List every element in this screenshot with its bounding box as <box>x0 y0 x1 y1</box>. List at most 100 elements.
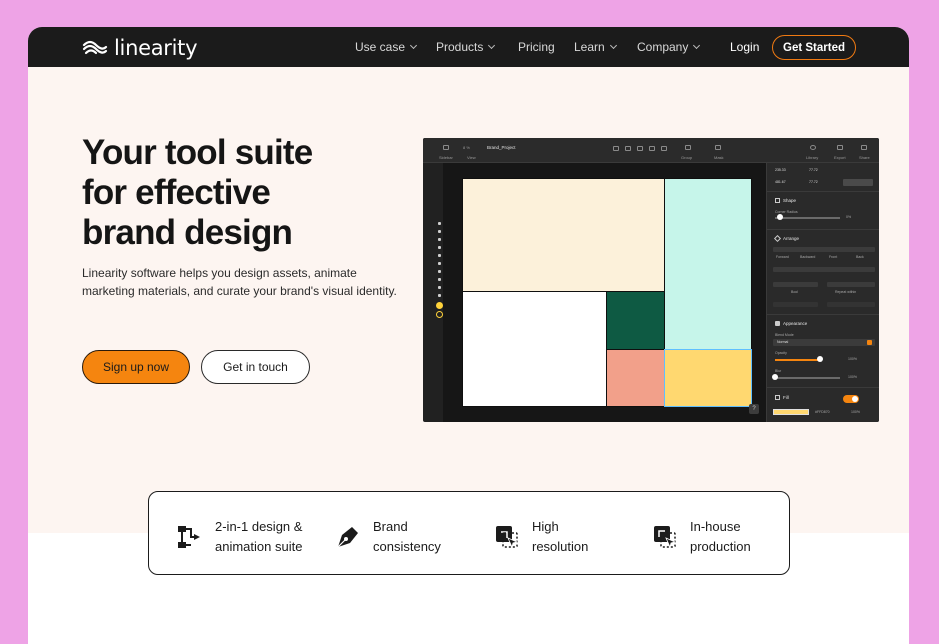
disabled-bar <box>827 302 875 307</box>
chevron-down-icon <box>693 41 701 50</box>
nav-label: Use case <box>355 40 406 54</box>
node-tool-icon[interactable] <box>438 230 441 233</box>
fill-icon <box>775 395 780 400</box>
nav-item-pricing[interactable]: Pricing <box>518 40 555 54</box>
eyedropper-tool-icon[interactable] <box>438 286 441 289</box>
text-tool-icon[interactable] <box>438 270 441 273</box>
brush-tool-icon[interactable] <box>438 246 441 249</box>
hand-tool-icon[interactable] <box>438 294 441 297</box>
logo[interactable]: linearity <box>82 36 198 60</box>
zoom-value[interactable]: 8 % <box>463 145 470 150</box>
corner-radius-slider[interactable] <box>775 217 840 219</box>
nav-item-company[interactable]: Company <box>637 40 701 54</box>
corner-radius-knob[interactable] <box>777 214 783 220</box>
share-icon[interactable] <box>861 145 867 150</box>
hero-headline: Your tool suite for effective brand desi… <box>82 133 313 253</box>
library-label: Library <box>806 155 819 160</box>
subline-line: Linearity software helps you design asse… <box>82 266 357 280</box>
shape-tool-icon[interactable] <box>438 254 441 257</box>
flip-toggle[interactable] <box>843 179 873 186</box>
fill-opacity[interactable]: 100% <box>851 410 860 414</box>
white-block[interactable] <box>462 291 607 407</box>
tool-icon[interactable] <box>637 146 643 151</box>
fill-toggle[interactable] <box>843 395 859 403</box>
fill-title: Fill <box>783 395 789 400</box>
blur-slider[interactable] <box>775 377 840 379</box>
project-name: Brand_Project <box>487 145 516 150</box>
feature-item: High resolution <box>492 517 588 557</box>
yellow-block-selected[interactable] <box>664 349 752 407</box>
bool-bar[interactable] <box>773 282 818 287</box>
blur-knob[interactable] <box>772 374 778 380</box>
backward-label[interactable]: Backward <box>800 255 815 259</box>
export-icon[interactable] <box>837 145 843 150</box>
image-tool-icon[interactable] <box>438 278 441 281</box>
group-icon[interactable] <box>685 145 691 150</box>
library-icon[interactable] <box>810 145 816 150</box>
get-started-button[interactable]: Get Started <box>772 35 856 60</box>
repeat-bar[interactable] <box>827 282 875 287</box>
front-label[interactable]: Front <box>829 255 837 259</box>
help-button[interactable]: ? <box>749 404 759 414</box>
sidebar-label: Sidebar <box>439 155 453 160</box>
mask-icon[interactable] <box>715 145 721 150</box>
fill-swatch[interactable] <box>773 409 809 415</box>
appearance-title: Appearance <box>783 321 808 326</box>
linearity-logo-icon <box>82 40 108 55</box>
feature-line: production <box>690 539 751 554</box>
cream-block[interactable] <box>462 178 665 292</box>
x-value[interactable]: 235.33 <box>775 168 786 172</box>
get-in-touch-button[interactable]: Get in touch <box>201 350 310 384</box>
features-card: 2-in-1 design & animation suite Brand co… <box>148 491 790 575</box>
mask-label: Mask <box>714 155 724 160</box>
feature-item: 2-in-1 design & animation suite <box>175 517 302 557</box>
login-link[interactable]: Login <box>730 40 759 54</box>
hero-subline: Linearity software helps you design asse… <box>82 264 397 300</box>
green-block[interactable] <box>606 291 665 350</box>
logo-text: linearity <box>114 36 198 60</box>
tool-icon[interactable] <box>613 146 619 151</box>
y-value[interactable]: 481.67 <box>775 180 786 184</box>
rect-tool-icon[interactable] <box>438 262 441 265</box>
blend-mode-chevron-icon[interactable] <box>867 340 872 345</box>
nav-item-products[interactable]: Products <box>436 40 496 54</box>
opacity-label: Opacity <box>775 351 787 355</box>
feature-line: resolution <box>532 539 589 554</box>
opacity-knob[interactable] <box>817 356 823 362</box>
divider <box>767 229 879 230</box>
browser-frame: linearity Use case Products Pricing Lear… <box>28 27 909 644</box>
blur-value: 100% <box>848 375 857 379</box>
chevron-down-icon <box>609 41 617 50</box>
fill-header: Fill <box>775 395 789 400</box>
fill-color-swatch[interactable] <box>436 302 443 309</box>
tool-icon[interactable] <box>649 146 655 151</box>
salmon-block[interactable] <box>606 349 665 407</box>
nav-item-learn[interactable]: Learn <box>574 40 617 54</box>
w-value[interactable]: 77.72 <box>809 168 818 172</box>
forward-label[interactable]: Forward <box>776 255 789 259</box>
align-bar[interactable] <box>773 267 875 272</box>
h-value[interactable]: 77.72 <box>809 180 818 184</box>
tool-icon[interactable] <box>661 146 667 151</box>
opacity-slider[interactable] <box>775 359 820 361</box>
stroke-color-swatch[interactable] <box>436 311 443 318</box>
corner-radius-value: 0% <box>846 215 852 219</box>
arrange-bar[interactable] <box>773 247 875 252</box>
nav-item-use-case[interactable]: Use case <box>355 40 418 54</box>
sign-up-button[interactable]: Sign up now <box>82 350 190 384</box>
tool-icon[interactable] <box>625 146 631 151</box>
shape-title: Shape <box>783 198 797 203</box>
nav-label: Learn <box>574 40 605 54</box>
mint-block[interactable] <box>664 178 752 350</box>
pen-tool-icon[interactable] <box>438 238 441 241</box>
sidebar-icon[interactable] <box>443 145 449 150</box>
back-label[interactable]: Back <box>856 255 864 259</box>
select-tool-icon[interactable] <box>438 222 441 225</box>
headline-line: for effective <box>82 173 271 212</box>
bool-label: Bool <box>791 290 799 294</box>
opacity-value: 100% <box>848 357 857 361</box>
blend-mode-select[interactable] <box>773 339 875 346</box>
design-canvas[interactable] <box>443 163 766 422</box>
subline-line: marketing materials, and curate your bra… <box>82 284 397 298</box>
fill-hex[interactable]: #FFD870 <box>815 410 830 414</box>
